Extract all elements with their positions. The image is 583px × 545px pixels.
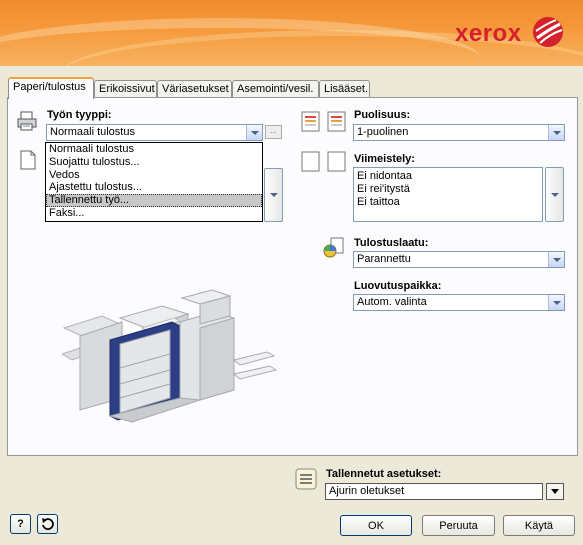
finishing-item[interactable]: Ei nidontaa (357, 170, 539, 183)
saved-settings-label: Tallennetut asetukset: (326, 468, 442, 480)
job-type-option[interactable]: Normaali tulostus (46, 143, 262, 156)
job-type-option[interactable]: Suojattu tulostus... (46, 156, 262, 169)
chevron-down-icon (550, 192, 559, 197)
job-type-dropdown-list: Normaali tulostus Suojattu tulostus... V… (45, 142, 263, 222)
duplex-value: 1-puolinen (357, 126, 409, 138)
duplex-label: Puolisuus: (354, 109, 411, 121)
output-dropdown-button[interactable] (548, 295, 564, 310)
finishing-label: Viimeistely: (354, 153, 415, 165)
chevron-down-icon (269, 193, 278, 197)
job-type-select[interactable]: Normaali tulostus (46, 124, 263, 141)
job-type-option[interactable]: Faksi... (46, 207, 262, 220)
tab-advanced[interactable]: Lisääset. (319, 80, 370, 98)
finishing-pages-icon (301, 151, 346, 172)
job-type-value: Normaali tulostus (50, 126, 135, 138)
chevron-down-icon (551, 489, 559, 494)
tab-paper-print[interactable]: Paperi/tulostus (8, 77, 94, 99)
output-select[interactable]: Autom. valinta (353, 294, 565, 311)
cancel-button[interactable]: Peruuta (422, 515, 495, 536)
quality-dropdown-button[interactable] (548, 252, 564, 267)
job-type-more-button[interactable]: ... (265, 125, 282, 139)
saved-settings-dropdown-button[interactable] (546, 483, 564, 500)
finishing-options-button[interactable] (545, 167, 564, 222)
restore-icon (41, 518, 54, 530)
help-button[interactable]: ? (10, 514, 31, 534)
duplex-dropdown-button[interactable] (548, 125, 564, 140)
job-type-label: Työn tyyppi: (47, 109, 112, 121)
tab-layout-watermark[interactable]: Asemointi/vesil. (232, 80, 319, 98)
xerox-banner: xerox (0, 0, 583, 66)
job-type-option[interactable]: Ajastettu tulostus... (46, 181, 262, 194)
tab-color-options[interactable]: Väriasetukset (157, 80, 232, 98)
restore-defaults-button[interactable] (37, 514, 58, 534)
chevron-down-icon (552, 300, 561, 305)
chevron-down-icon (552, 257, 561, 262)
printer-illustration (62, 289, 277, 423)
paper-icon (20, 150, 36, 170)
xerox-logo-text: xerox (455, 20, 522, 47)
job-type-dropdown-button[interactable] (246, 125, 262, 140)
tab-special-pages[interactable]: Erikoissivut (94, 80, 157, 98)
duplex-select[interactable]: 1-puolinen (353, 124, 565, 141)
chevron-down-icon (552, 130, 561, 135)
quality-select[interactable]: Parannettu (353, 251, 565, 268)
print-quality-icon (323, 237, 344, 258)
output-label: Luovutuspaikka: (354, 280, 442, 292)
job-type-option[interactable]: Vedos (46, 169, 262, 182)
printer-icon (17, 111, 37, 131)
paper-options-button[interactable] (264, 168, 283, 222)
finishing-listbox[interactable]: Ei nidontaa Ei rei'itystä Ei taittoa (353, 167, 543, 222)
saved-settings-icon (295, 468, 317, 490)
apply-button[interactable]: Käytä (503, 515, 575, 536)
output-value: Autom. valinta (357, 296, 427, 308)
job-type-option-highlighted[interactable]: Tallennettu työ... (46, 194, 262, 207)
saved-settings-input[interactable]: Ajurin oletukset (325, 483, 543, 500)
ok-button[interactable]: OK (340, 515, 412, 536)
duplex-pages-icon (301, 111, 346, 132)
chevron-down-icon (250, 130, 259, 135)
quality-value: Parannettu (357, 253, 411, 265)
finishing-item[interactable]: Ei rei'itystä (357, 183, 539, 196)
xerox-logo-icon (533, 17, 563, 47)
saved-settings-value: Ajurin oletukset (329, 485, 405, 497)
finishing-item[interactable]: Ei taittoa (357, 196, 539, 209)
quality-label: Tulostuslaatu: (354, 237, 429, 249)
